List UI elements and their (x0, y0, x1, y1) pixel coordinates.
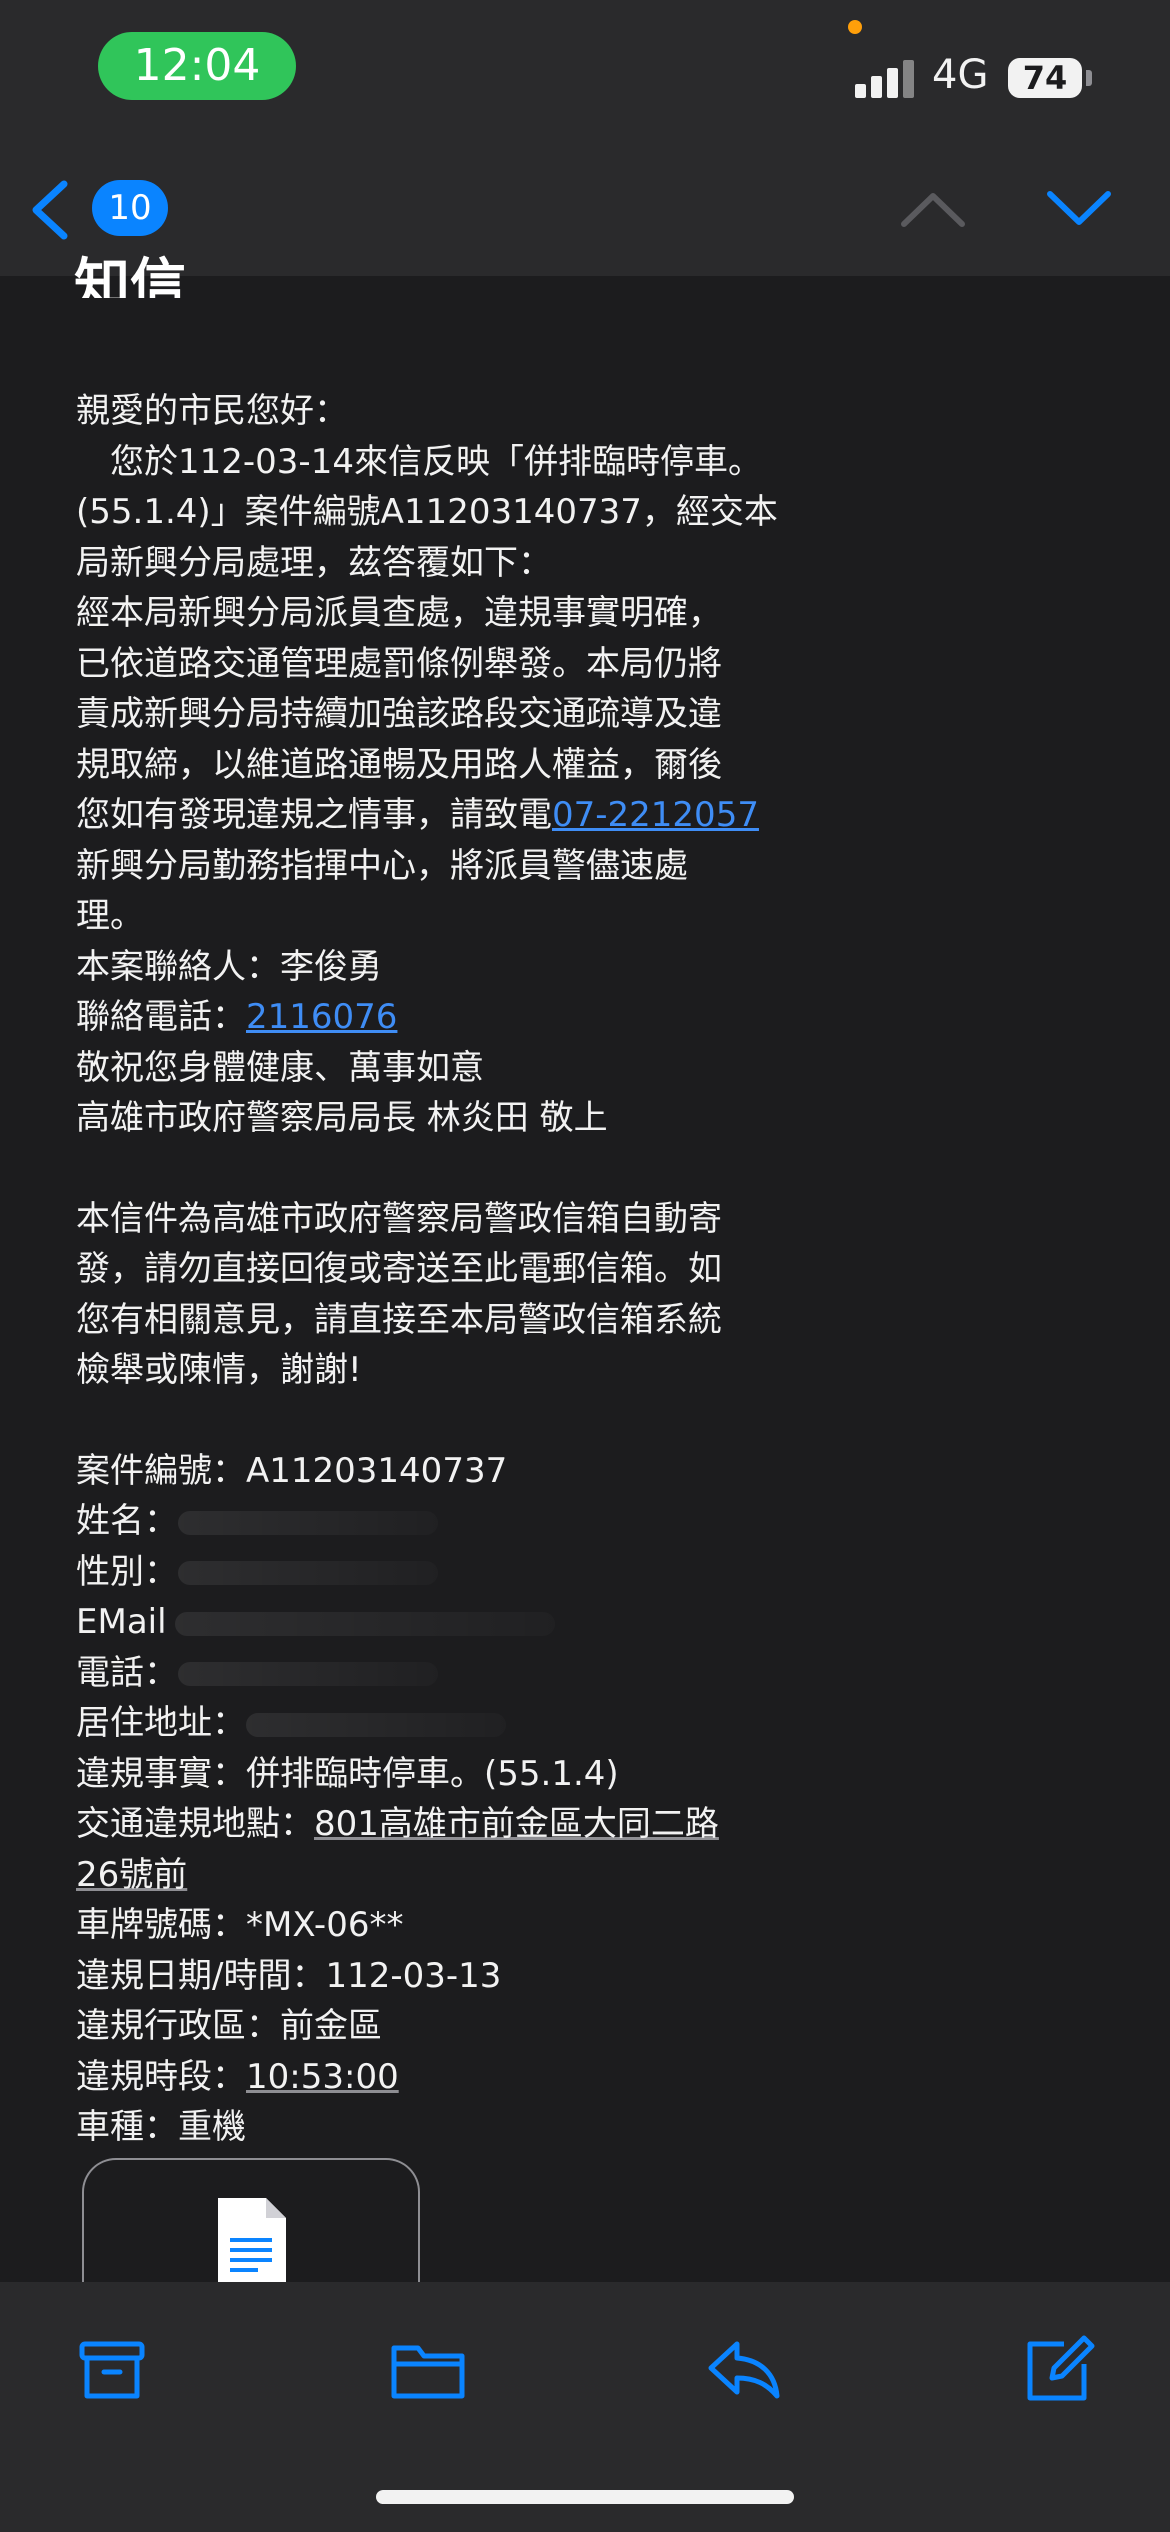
location-line: 交通違規地點：801高雄市前金區大同二路 (76, 1799, 796, 1850)
contact-phone-link[interactable]: 2116076 (246, 997, 397, 1037)
period-label: 違規時段： (76, 2056, 246, 2097)
email-field: EMail (76, 1597, 796, 1648)
home-indicator[interactable] (376, 2490, 794, 2504)
reply-icon[interactable] (703, 2334, 783, 2404)
next-message-icon[interactable] (1044, 184, 1114, 234)
violation-district: 違規行政區：前金區 (76, 2006, 382, 2046)
signature: 高雄市政府警察局局長 林炎田 敬上 (76, 1098, 608, 1138)
redacted-email (174, 1611, 555, 1636)
notice-line: 發，請勿直接回復或寄送至此電郵信箱。如 (76, 1249, 722, 1289)
body-line: 理。 (76, 896, 144, 936)
closing-wish: 敬祝您身體健康、萬事如意 (76, 1047, 484, 1088)
location-address-link[interactable]: 801高雄市前金區大同二路 (314, 1804, 719, 1844)
body-line: 責成新興分局持續加強該路段交通疏導及違 (76, 694, 722, 734)
body-text: 您如有發現違規之情事，請致電 (76, 795, 552, 835)
contact-phone-label: 聯絡電話： (76, 997, 246, 1037)
gender-label: 性別： (76, 1551, 178, 1592)
battery-tip (1086, 70, 1092, 86)
intro-line: 局新興分局處理，茲答覆如下： (76, 542, 552, 583)
tel-label: 電話： (76, 1652, 178, 1693)
location-line: 26號前 (76, 1850, 796, 1901)
notice-line: 檢舉或陳情，謝謝! (76, 1350, 362, 1390)
redacted-gender (178, 1561, 438, 1585)
location-address-link-cont[interactable]: 26號前 (76, 1855, 187, 1895)
redacted-name (178, 1510, 438, 1535)
name-label: 姓名： (76, 1501, 178, 1541)
compose-icon[interactable] (1018, 2334, 1098, 2404)
violation-fact: 違規事實：併排臨時停車。(55.1.4) (76, 1753, 619, 1794)
violation-period-line: 違規時段：10:53:00 (76, 2052, 796, 2103)
redacted-tel (178, 1662, 438, 1686)
previous-message-icon[interactable] (898, 184, 968, 234)
mail-body: 親愛的市民您好： 您於112-03-14來信反映「併排臨時停車。 (55.1.4… (76, 386, 796, 2153)
document-icon (218, 2198, 286, 2290)
location-label: 交通違規地點： (76, 1804, 314, 1844)
vehicle-type: 車種：重機 (76, 2107, 246, 2147)
plate-number: 車牌號碼：*MX-06** (76, 1905, 404, 1945)
battery-icon: 74 (1008, 58, 1082, 98)
phone-link[interactable]: 07-2212057 (552, 795, 759, 835)
tel-field: 電話： (76, 1648, 796, 1699)
privacy-indicator (848, 20, 862, 34)
body-line: 已依道路交通管理處罰條例舉發。本局仍將 (76, 643, 722, 684)
address-field: 居住地址： (76, 1698, 796, 1749)
contact-person: 本案聯絡人：李俊勇 (76, 946, 382, 987)
status-time[interactable]: 12:04 (98, 32, 296, 100)
gender-field: 性別： (76, 1547, 796, 1598)
mail-content[interactable]: 知信 親愛的市民您好： 您於112-03-14來信反映「併排臨時停車。 (55.… (0, 253, 1170, 2147)
body-line: 經本局新興分局派員查處，違規事實明確， (76, 593, 722, 633)
redacted-address (246, 1712, 506, 1737)
period-time[interactable]: 10:53:00 (246, 2057, 399, 2097)
greeting: 親愛的市民您好： (76, 391, 348, 431)
network-type: 4G (932, 52, 989, 98)
unread-count-badge[interactable]: 10 (92, 180, 168, 236)
address-label: 居住地址： (76, 1703, 246, 1743)
notice-line: 您有相關意見，請直接至本局警政信箱系統 (76, 1299, 722, 1340)
intro-line: 您於112-03-14來信反映「併排臨時停車。 (76, 441, 762, 482)
body-line: 新興分局勤務指揮中心，將派員警儘速處 (76, 845, 688, 886)
folder-icon[interactable] (388, 2334, 468, 2404)
status-bar: 12:04 4G 74 (0, 0, 1170, 140)
mail-subject: 知信 (74, 253, 186, 298)
name-field: 姓名： (76, 1496, 796, 1547)
archive-icon[interactable] (72, 2334, 152, 2404)
violation-date: 違規日期/時間：112-03-13 (76, 1955, 502, 1996)
notice-line: 本信件為高雄市政府警察局警政信箱自動寄 (76, 1198, 722, 1239)
cellular-signal-icon (855, 58, 915, 98)
body-line: 規取締，以維道路通暢及用路人權益，爾後 (76, 744, 722, 785)
case-number: 案件編號：A11203140737 (76, 1450, 508, 1491)
email-label: EMail (76, 1602, 167, 1642)
intro-line: (55.1.4)」案件編號A11203140737，經交本 (76, 492, 778, 532)
contact-phone-line: 聯絡電話：2116076 (76, 992, 796, 1043)
body-line: 您如有發現違規之情事，請致電07-2212057 (76, 790, 796, 841)
back-chevron-icon[interactable] (24, 178, 80, 242)
